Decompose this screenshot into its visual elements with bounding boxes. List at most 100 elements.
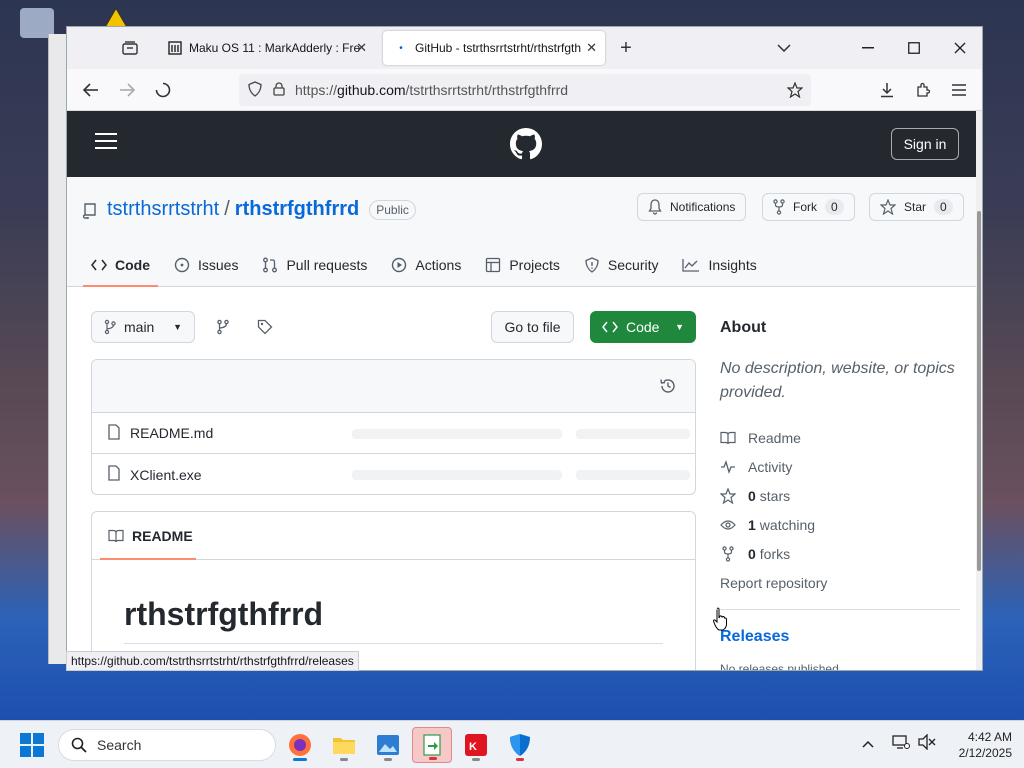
windows-start-icon[interactable]	[20, 733, 44, 757]
file-name[interactable]: XClient.exe	[130, 467, 202, 483]
notifications-button[interactable]: Notifications	[637, 193, 747, 221]
tab-projects[interactable]: Projects	[485, 243, 560, 287]
running-indicator	[384, 758, 392, 761]
activity-link-label: Activity	[748, 458, 793, 475]
about-sidebar: About No description, website, or topics…	[720, 311, 960, 670]
loading-dot-icon: •	[399, 42, 403, 54]
latest-commit-bar	[92, 360, 695, 413]
taskbar-search[interactable]: Search	[58, 729, 276, 761]
tab-pull-requests[interactable]: Pull requests	[262, 243, 367, 287]
file-row[interactable]: README.md	[92, 413, 695, 454]
fork-button[interactable]: Fork 0	[762, 193, 855, 221]
downloads-icon[interactable]	[871, 74, 903, 106]
forks-link[interactable]: 0 forks	[720, 539, 960, 568]
lock-icon[interactable]	[273, 81, 285, 99]
tab-overview-icon[interactable]	[111, 34, 149, 62]
go-to-file-button[interactable]: Go to file	[491, 311, 574, 343]
sign-in-button[interactable]: Sign in	[891, 128, 959, 160]
report-repository-link[interactable]: Report repository	[720, 568, 960, 597]
photos-taskbar-icon[interactable]	[368, 727, 408, 763]
menu-icon[interactable]	[943, 74, 975, 106]
forks-count: 0	[748, 545, 756, 562]
tab-github[interactable]: • GitHub - tstrthsrrtstrht/rthstrfgth ✕	[383, 31, 605, 65]
close-tab-icon[interactable]: ✕	[356, 40, 367, 56]
page-scrollbar[interactable]	[976, 111, 982, 670]
repo-name-link[interactable]: rthstrfgthfrrd	[235, 198, 359, 221]
tab-issues[interactable]: Issues	[174, 243, 238, 287]
file-list: README.md XClient.exe	[91, 359, 696, 495]
tab-security-label: Security	[607, 257, 659, 273]
url-host: github.com	[337, 82, 406, 98]
star-button[interactable]: Star 0	[869, 193, 964, 221]
volume-muted-icon[interactable]	[918, 733, 936, 753]
tab-projects-label: Projects	[509, 257, 560, 273]
play-icon	[392, 257, 407, 273]
installer-taskbar-icon[interactable]	[412, 727, 452, 763]
readme-heading: rthstrfgthfrrd	[124, 596, 663, 644]
branch-selector[interactable]: main ▼	[91, 311, 195, 343]
fork-icon	[773, 199, 785, 215]
repo-title: tstrthsrrtstrht / rthstrfgthfrrd Public	[107, 198, 416, 221]
tab-code[interactable]: Code	[83, 243, 158, 287]
system-clock[interactable]: 4:42 AM 2/12/2025	[944, 729, 1012, 761]
caret-down-icon: ▼	[675, 322, 684, 332]
show-hidden-icons-icon[interactable]	[862, 735, 874, 751]
readme-tab[interactable]: README	[92, 512, 695, 560]
file-row[interactable]: XClient.exe	[92, 454, 695, 494]
navigation-toolbar: https://github.com/tstrthsrrtstrht/rthst…	[67, 69, 982, 111]
maximize-button[interactable]	[891, 27, 937, 69]
loading-placeholder	[352, 429, 562, 439]
graph-icon	[682, 259, 700, 272]
red-app-taskbar-icon[interactable]: K	[456, 727, 496, 763]
hamburger-menu-icon[interactable]	[95, 133, 117, 151]
star-label: Star	[904, 200, 927, 214]
readme-link[interactable]: Readme	[720, 423, 960, 452]
file-explorer-taskbar-icon[interactable]	[324, 727, 364, 763]
tab-security[interactable]: Security	[584, 243, 659, 287]
bookmark-star-icon[interactable]	[786, 81, 804, 101]
new-tab-button[interactable]: +	[611, 37, 641, 60]
scrollbar-thumb[interactable]	[977, 211, 981, 571]
running-indicator	[340, 758, 348, 761]
github-header: Sign in	[67, 111, 978, 177]
loading-spinner-icon[interactable]	[147, 74, 179, 106]
forks-label: forks	[759, 545, 791, 562]
code-download-button[interactable]: Code ▼	[590, 311, 696, 343]
close-tab-icon[interactable]: ✕	[586, 40, 597, 56]
firefox-taskbar-icon[interactable]	[280, 727, 320, 763]
file-icon	[108, 465, 120, 484]
back-button[interactable]	[75, 74, 107, 106]
search-icon	[71, 737, 87, 753]
tab-insights[interactable]: Insights	[682, 243, 757, 287]
tags-icon[interactable]	[255, 315, 275, 339]
repo-separator: /	[224, 198, 230, 220]
branches-icon[interactable]	[213, 315, 233, 339]
tracking-protection-icon[interactable]	[247, 80, 263, 100]
forward-button[interactable]	[111, 74, 143, 106]
address-bar[interactable]: https://github.com/tstrthsrrtstrht/rthst…	[239, 74, 811, 106]
list-all-tabs-icon[interactable]	[777, 39, 791, 55]
activity-link[interactable]: Activity	[720, 452, 960, 481]
branch-name: main	[124, 319, 155, 335]
releases-title[interactable]: Releases	[720, 628, 960, 646]
url-text: https://github.com/tstrthsrrtstrht/rthst…	[295, 82, 568, 98]
code-button-label: Code	[626, 319, 660, 335]
pull-request-icon	[263, 257, 278, 273]
notifications-label: Notifications	[670, 200, 736, 214]
tab-issues-label: Issues	[198, 257, 239, 273]
extensions-icon[interactable]	[907, 74, 939, 106]
file-name[interactable]: README.md	[130, 425, 213, 441]
page-viewport: Sign in tstrthsrrtstrht / rthstrfgthfrrd…	[67, 111, 978, 670]
watchers-link[interactable]: 1 watching	[720, 510, 960, 539]
network-icon[interactable]	[892, 734, 910, 753]
history-icon[interactable]	[659, 377, 677, 400]
close-window-button[interactable]	[937, 27, 982, 69]
stars-link[interactable]: 0 stars	[720, 481, 960, 510]
tab-maku-os[interactable]: Maku OS 11 : MarkAdderly : Fre ✕	[157, 31, 375, 65]
minimize-button[interactable]	[845, 27, 891, 69]
tab-actions[interactable]: Actions	[391, 243, 461, 287]
security-taskbar-icon[interactable]	[500, 727, 540, 763]
running-indicator	[516, 758, 524, 761]
github-logo-icon[interactable]	[510, 128, 542, 160]
repo-owner-link[interactable]: tstrthsrrtstrht	[107, 198, 219, 221]
